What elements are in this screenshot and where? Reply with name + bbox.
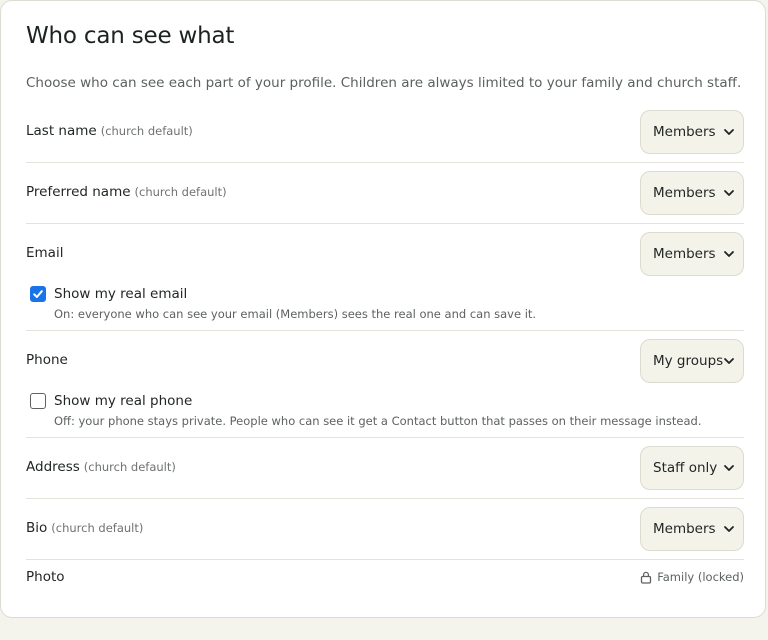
phone-visibility-select[interactable]: My groups <box>640 339 744 383</box>
chevron-down-icon <box>724 129 734 135</box>
bio-row: Bio (church default) Members <box>26 507 744 551</box>
chevron-down-icon <box>724 251 734 257</box>
preferred-name-label: Preferred name (church default) <box>26 184 227 200</box>
photo-label: Photo <box>26 569 65 585</box>
show-real-phone-label[interactable]: Show my real phone <box>54 393 192 409</box>
chevron-down-icon <box>724 465 734 471</box>
photo-row: Photo Family (locked) <box>26 567 744 589</box>
divider <box>26 223 744 224</box>
check-icon <box>33 290 43 298</box>
church-default-note: (church default) <box>83 460 176 474</box>
bio-visibility-select[interactable]: Members <box>640 507 744 551</box>
email-help-text: On: everyone who can see your email (Mem… <box>54 307 537 321</box>
phone-help-text: Off: your phone stays private. People wh… <box>54 414 702 428</box>
church-default-note: (church default) <box>51 521 144 535</box>
show-real-email-checkbox[interactable] <box>30 286 46 302</box>
divider <box>26 437 744 438</box>
church-default-note: (church default) <box>100 124 193 138</box>
selected-value: Staff only <box>653 460 718 476</box>
preferred-name-row: Preferred name (church default) Members <box>26 171 744 215</box>
lock-icon <box>641 571 652 584</box>
show-real-phone-checkbox[interactable] <box>30 393 46 409</box>
phone-row: Phone My groups <box>26 339 744 383</box>
selected-value: Members <box>653 185 716 201</box>
intro-text: Choose who can see each part of your pro… <box>26 75 742 91</box>
show-real-phone-toggle[interactable]: Show my real phone <box>30 393 192 409</box>
visibility-settings-card: Who can see what Choose who can see each… <box>0 0 766 618</box>
selected-value: Members <box>653 521 716 537</box>
photo-locked-value: Family (locked) <box>640 570 744 584</box>
address-label: Address (church default) <box>26 459 176 475</box>
email-label: Email <box>26 245 64 261</box>
show-real-email-toggle[interactable]: Show my real email <box>30 286 187 302</box>
address-row: Address (church default) Staff only <box>26 446 744 490</box>
show-real-email-label[interactable]: Show my real email <box>54 286 187 302</box>
divider <box>26 498 744 499</box>
phone-label: Phone <box>26 352 68 368</box>
divider <box>26 330 744 331</box>
email-row: Email Members <box>26 232 744 276</box>
chevron-down-icon <box>724 190 734 196</box>
email-visibility-select[interactable]: Members <box>640 232 744 276</box>
chevron-down-icon <box>724 526 734 532</box>
church-default-note: (church default) <box>134 185 227 199</box>
chevron-down-icon <box>724 358 734 364</box>
divider <box>26 559 744 560</box>
selected-value: My groups <box>653 353 724 369</box>
address-visibility-select[interactable]: Staff only <box>640 446 744 490</box>
preferred-name-visibility-select[interactable]: Members <box>640 171 744 215</box>
selected-value: Members <box>653 246 716 262</box>
divider <box>26 162 744 163</box>
last-name-row: Last name (church default) Members <box>26 110 744 154</box>
page-title: Who can see what <box>26 23 235 49</box>
bio-label: Bio (church default) <box>26 520 144 536</box>
last-name-label: Last name (church default) <box>26 123 193 139</box>
selected-value: Members <box>653 124 716 140</box>
last-name-visibility-select[interactable]: Members <box>640 110 744 154</box>
locked-text: Family (locked) <box>657 570 744 584</box>
